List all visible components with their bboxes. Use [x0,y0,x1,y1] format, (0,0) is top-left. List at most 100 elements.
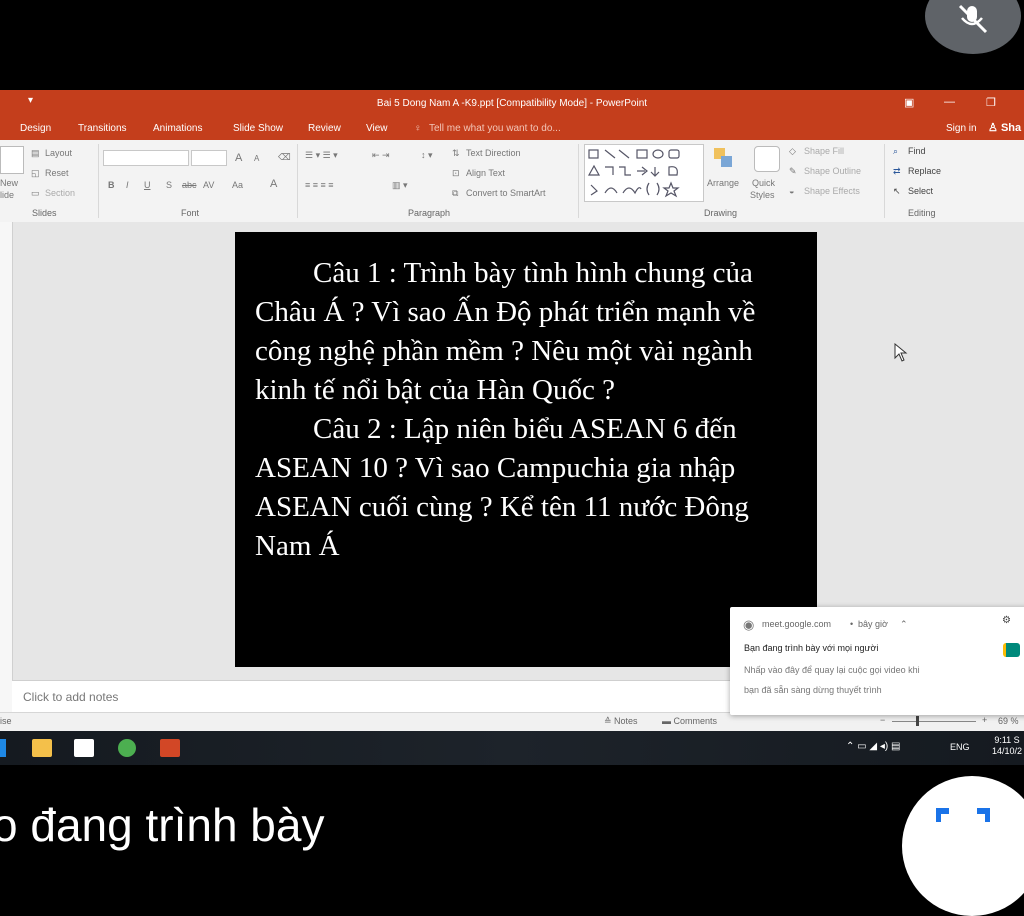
font-size-box[interactable] [191,150,227,166]
underline-button[interactable]: U [144,180,151,190]
italic-button[interactable]: I [126,180,129,190]
bold-button[interactable]: B [108,180,115,190]
notes-button[interactable]: ≙ Notes [604,716,638,727]
strikethrough-button[interactable]: abc [182,180,197,190]
new-slide-label-1[interactable]: New [0,178,18,188]
columns-icon[interactable]: ▥ ▾ [392,180,408,191]
char-spacing-button[interactable]: AV [203,180,214,190]
tab-animations[interactable]: Animations [153,123,202,134]
notification-body-2: bạn đã sẵn sàng dừng thuyết trình [744,685,882,695]
meet-top-area [0,0,1024,90]
arrange-button[interactable]: Arrange [707,178,739,188]
clear-formatting-icon[interactable]: ⌫ [278,152,291,163]
font-color-button[interactable]: A [270,178,277,190]
person-icon: ♙ [988,122,998,134]
indent-icons[interactable]: ⇤ ⇥ [372,150,390,161]
convert-smartart-button[interactable]: Convert to SmartArt [466,188,546,198]
layout-icon: ▤ [31,148,40,158]
windows-taskbar: ⌃ ▭ ◢ ◂) ▤ ENG 9:11 S 14/10/2 [0,731,1024,765]
language-indicator[interactable]: ENG [950,742,970,752]
question-2: Câu 2 : Lập niên biểu ASEAN 6 đến ASEAN … [255,413,749,562]
tray-icons[interactable]: ⌃ ▭ ◢ ◂) ▤ [846,741,900,752]
new-slide-icon[interactable] [0,146,24,174]
google-meet-icon [1003,643,1020,657]
shape-outline-button[interactable]: Shape Outline [804,166,861,176]
group-separator [297,144,298,218]
mic-off-icon [958,4,988,34]
notes-placeholder[interactable]: Click to add notes [23,690,118,704]
shape-effects-button[interactable]: Shape Effects [804,186,860,196]
ribbon-tabs: Design Transitions Animations Slide Show… [0,118,1024,140]
arrange-icon[interactable] [712,146,734,172]
quick-styles-label-2[interactable]: Styles [750,190,775,200]
group-label-paragraph: Paragraph [408,208,451,218]
zoom-slider[interactable] [892,721,976,722]
slide-text-box[interactable]: Câu 1 : Trình bày tình hình chung của Ch… [255,254,803,566]
shadow-button[interactable]: S [166,180,172,190]
shrink-font-button[interactable]: A [254,154,259,163]
store-icon[interactable] [74,739,94,757]
zoom-in-button[interactable]: + [982,715,987,725]
slide-canvas[interactable]: Câu 1 : Trình bày tình hình chung của Ch… [235,232,817,667]
restore-button[interactable]: ❐ [986,96,996,109]
bullets-icon[interactable]: ☰ ▾ ☰ ▾ [305,150,338,161]
replace-icon: ⇄ [893,166,901,176]
zoom-level[interactable]: 69 % [998,716,1019,726]
tab-view[interactable]: View [366,123,388,134]
replace-button[interactable]: Replace [908,166,941,176]
zoom-out-button[interactable]: − [880,715,885,725]
align-icons[interactable]: ≡ ≡ ≡ ≡ [305,180,334,190]
file-explorer-icon[interactable] [32,739,52,757]
slide-thumbnail-pane[interactable] [0,222,13,712]
group-label-slides: Slides [32,208,57,218]
paint-bucket-icon: ◇ [789,146,796,156]
align-text-button[interactable]: Align Text [466,168,505,178]
minimize-button[interactable]: — [944,96,955,108]
comments-button[interactable]: ▬ Comments [662,716,717,726]
zoom-slider-thumb[interactable] [916,716,919,726]
tab-slide-show[interactable]: Slide Show [233,123,283,134]
taskbar-clock[interactable]: 9:11 S 14/10/2 [992,735,1022,757]
group-label-drawing: Drawing [704,208,738,218]
tell-me-search[interactable]: Tell me what you want to do... [429,123,561,134]
line-spacing-icon[interactable]: ↕ ▾ [421,150,433,161]
reset-button[interactable]: Reset [45,168,69,178]
pen-icon: ✎ [789,166,797,176]
select-button[interactable]: Select [908,186,933,196]
group-separator [884,144,885,218]
notification-source: meet.google.com [762,619,832,629]
tab-design[interactable]: Design [20,123,51,134]
powerpoint-icon[interactable] [160,739,180,757]
group-separator [578,144,579,218]
meet-notification[interactable]: ◉ meet.google.com • bây giờ ⌃ ⚙ Bạn đang… [730,607,1024,715]
change-case-button[interactable]: Aa [232,180,243,190]
shapes-gallery[interactable] [584,144,704,202]
find-button[interactable]: Find [908,146,926,156]
status-left-text: ise [0,716,12,726]
new-slide-label-2[interactable]: lide [0,190,14,200]
ribbon-display-icon[interactable]: ▣ [904,96,914,109]
quick-styles-label-1[interactable]: Quick [752,178,775,188]
font-name-box[interactable] [103,150,189,166]
sign-in-link[interactable]: Sign in [946,123,977,134]
smartart-icon: ⧉ [452,188,459,198]
shape-fill-button[interactable]: Shape Fill [804,146,844,156]
notification-title: Bạn đang trình bày với mọi người [744,643,879,653]
quick-styles-icon[interactable] [754,146,780,172]
share-button[interactable]: ♙ Sha [988,121,1021,134]
start-edge-icon[interactable] [0,739,6,757]
grow-font-button[interactable]: A [235,152,242,164]
text-direction-button[interactable]: Text Direction [466,148,521,158]
collapse-icon[interactable]: ⌃ [900,619,908,630]
comments-button-label: Comments [673,716,718,726]
fullscreen-button[interactable] [902,776,1024,916]
shapes-gallery-icons [587,149,680,198]
tab-review[interactable]: Review [308,123,341,134]
section-button[interactable]: Section [45,188,75,198]
settings-icon[interactable]: ⚙ [1002,615,1011,626]
layout-button[interactable]: Layout [45,148,72,158]
window-title: Bai 5 Dong Nam A -K9.ppt [Compatibility … [376,98,648,109]
tab-transitions[interactable]: Transitions [78,123,127,134]
browser-icon[interactable] [118,739,136,757]
find-icon: ⌕ [893,146,899,156]
